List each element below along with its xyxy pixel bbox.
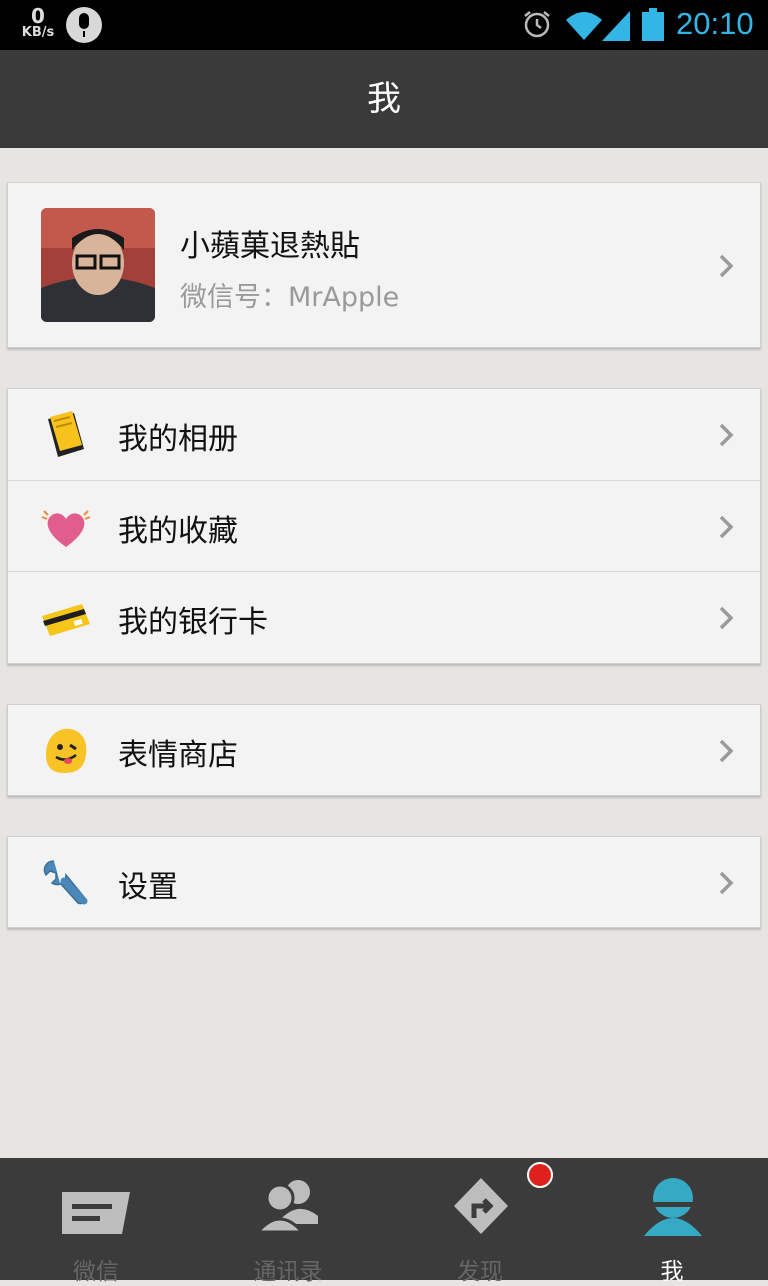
status-bar: 0 KB/s 20:10 bbox=[0, 0, 768, 50]
me-icon bbox=[644, 1178, 702, 1236]
chevron-right-icon bbox=[719, 871, 734, 895]
chevron-right-icon bbox=[719, 606, 734, 630]
page-title: 我 bbox=[0, 50, 768, 148]
bottom-tab-bar: 微信 通讯录 发现 我 bbox=[0, 1158, 768, 1285]
menu-group-personal: 我的相册 我的收藏 我的银行卡 bbox=[7, 388, 761, 664]
menu-item-bank-cards[interactable]: 我的银行卡 bbox=[8, 571, 760, 662]
chevron-right-icon bbox=[719, 254, 734, 278]
menu-group-settings: 设置 bbox=[7, 836, 761, 928]
tab-contacts[interactable]: 通讯录 bbox=[192, 1158, 384, 1285]
menu-item-label: 我的银行卡 bbox=[118, 605, 268, 640]
tab-chats[interactable]: 微信 bbox=[0, 1158, 192, 1285]
cell-signal-icon bbox=[602, 11, 630, 41]
menu-item-label: 设置 bbox=[118, 870, 178, 905]
battery-icon bbox=[642, 8, 664, 41]
network-speed-value: 0 bbox=[31, 4, 45, 28]
tab-label: 我 bbox=[660, 1259, 684, 1285]
avatar bbox=[41, 208, 155, 322]
tab-label: 发现 bbox=[457, 1259, 503, 1285]
menu-item-label: 我的相册 bbox=[118, 422, 238, 457]
bank-card-icon bbox=[42, 604, 90, 636]
menu-group-store: 表情商店 bbox=[7, 704, 761, 796]
network-speed: 0 KB/s bbox=[18, 6, 58, 39]
profile-card[interactable]: 小蘋菓退熱貼 微信号：MrApple bbox=[7, 182, 761, 348]
menu-item-album[interactable]: 我的相册 bbox=[8, 389, 760, 480]
status-time: 20:10 bbox=[676, 6, 754, 41]
emoji-store-icon bbox=[46, 728, 87, 773]
tab-me[interactable]: 我 bbox=[576, 1158, 768, 1285]
alarm-clock-icon bbox=[524, 11, 550, 38]
contacts-icon bbox=[254, 1180, 318, 1234]
chevron-right-icon bbox=[719, 739, 734, 763]
chevron-right-icon bbox=[719, 423, 734, 447]
photo-album-icon bbox=[48, 411, 84, 457]
chevron-right-icon bbox=[719, 515, 734, 539]
tab-label: 通讯录 bbox=[253, 1259, 323, 1285]
menu-item-settings[interactable]: 设置 bbox=[8, 837, 760, 928]
tab-label: 微信 bbox=[73, 1259, 119, 1285]
discover-icon bbox=[454, 1178, 508, 1234]
discover-notification-badge bbox=[527, 1162, 553, 1188]
network-speed-unit: KB/s bbox=[21, 25, 55, 40]
profile-wechat-id: 微信号：MrApple bbox=[180, 282, 400, 313]
menu-item-emoji-store[interactable]: 表情商店 bbox=[8, 705, 760, 796]
favorites-heart-icon bbox=[41, 510, 91, 547]
menu-item-label: 表情商店 bbox=[118, 738, 238, 773]
chat-icon bbox=[62, 1192, 130, 1234]
menu-item-favorites[interactable]: 我的收藏 bbox=[8, 480, 760, 571]
wifi-icon bbox=[566, 12, 602, 40]
profile-name: 小蘋菓退熱貼 bbox=[180, 229, 360, 264]
microphone-icon bbox=[66, 7, 102, 43]
wrench-settings-icon bbox=[43, 860, 88, 905]
menu-item-label: 我的收藏 bbox=[118, 514, 238, 549]
